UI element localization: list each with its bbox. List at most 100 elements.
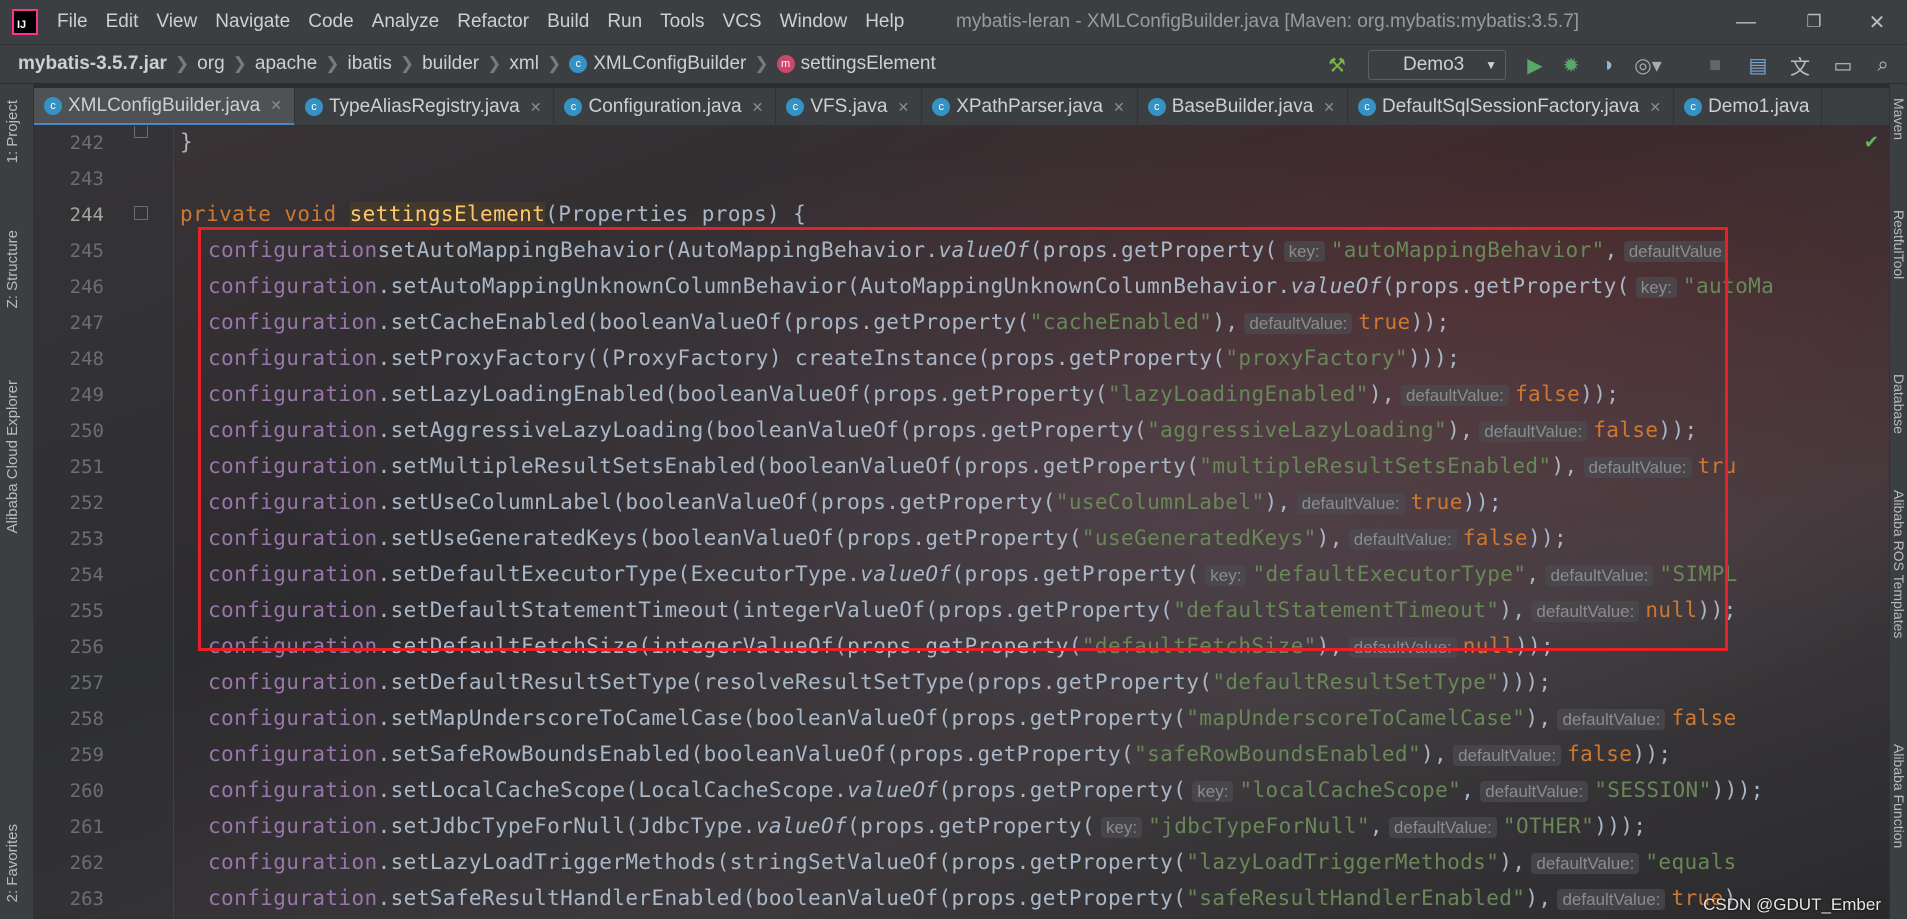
line-number: 253 [69,528,104,550]
breadcrumb-org[interactable]: org [197,53,224,75]
run-configuration-select[interactable]: Demo3 ▼ [1368,50,1506,80]
tool-alibaba-ros-templates[interactable]: Alibaba ROS Templates [1891,490,1907,638]
menu-build[interactable]: Build [538,0,598,44]
line-number: 263 [69,888,104,910]
tab-label: XPathParser.java [956,96,1103,117]
tab-label: Configuration.java [588,96,742,117]
tool-project[interactable]: 1: Project [4,100,21,163]
translate-icon[interactable]: 文 [1785,49,1815,81]
coverage-icon[interactable]: ◑ [1592,49,1622,81]
build-hammer-icon[interactable]: ⚒ [1322,49,1352,81]
search-everywhere-icon[interactable]: ⌕ [1868,49,1898,81]
minimize-icon[interactable]: — [1716,0,1776,44]
run-configuration-label: Demo3 [1403,54,1465,75]
tool-alibaba-function[interactable]: Alibaba Function [1891,744,1907,848]
code-line-258: configuration.setMapUnderscoreToCamelCas… [208,706,1737,730]
class-icon: c [1147,98,1166,116]
breadcrumb-apache[interactable]: apache [255,53,317,75]
class-icon: c [44,96,62,115]
stop-icon[interactable]: ■ [1700,49,1730,81]
menu-navigate[interactable]: Navigate [206,0,299,44]
parameter-hint: defaultValue: [1453,745,1562,766]
title-bar: IJ File Edit View Navigate Code Analyze … [0,0,1907,44]
tool-structure[interactable]: Z: Structure [4,230,21,308]
menu-run[interactable]: Run [598,0,651,44]
navigation-bar: mybatis-3.5.7.jar ❯ org ❯ apache ❯ ibatis ❯ … [0,44,1907,84]
project-structure-icon[interactable]: ▤ [1743,49,1773,81]
window-title: mybatis-leran - XMLConfigBuilder.java [M… [956,11,1580,32]
code-line-262: configuration.setLazyLoadTriggerMethods(… [208,850,1737,874]
inspection-ok-icon[interactable]: ✔ [1864,132,1879,153]
tool-favorites[interactable]: 2: Favorites [4,824,21,902]
line-number: 246 [69,276,104,298]
line-number: 248 [69,348,104,370]
tab-defaultsqlsessionfactory[interactable]: c DefaultSqlSessionFactory.java ✕ [1348,88,1675,125]
line-number: 254 [69,564,104,586]
tool-restfultool[interactable]: RestfulTool [1891,210,1907,279]
breadcrumb-jar[interactable]: mybatis-3.5.7.jar [18,53,167,75]
tab-basebuilder[interactable]: c BaseBuilder.java ✕ [1138,88,1349,125]
close-tab-icon[interactable]: ✕ [1113,99,1125,116]
terminal-icon[interactable]: ▭ [1828,49,1858,81]
tab-configuration[interactable]: c Configuration.java ✕ [554,88,777,125]
line-number: 257 [69,672,104,694]
tab-typealiasregistry[interactable]: c TypeAliasRegistry.java ✕ [295,88,555,125]
restore-icon[interactable]: ❐ [1784,0,1844,44]
menu-tools[interactable]: Tools [651,0,713,44]
right-tool-strip: Maven RestfulTool Database Alibaba ROS T… [1889,84,1907,919]
tab-vfs[interactable]: c VFS.java ✕ [776,88,923,125]
chevron-right-icon: ❯ [232,54,247,73]
menu-view[interactable]: View [147,0,206,44]
parameter-hint: key: [1100,817,1143,838]
menu-file[interactable]: File [48,0,97,44]
profile-icon[interactable]: ◎▾ [1628,49,1668,81]
close-tab-icon[interactable]: ✕ [530,99,542,116]
tool-alibaba-cloud-explorer[interactable]: Alibaba Cloud Explorer [4,380,21,533]
menu-edit[interactable]: Edit [97,0,148,44]
fold-marker-icon[interactable] [134,206,148,220]
line-number: 256 [69,636,104,658]
line-number: 260 [69,780,104,802]
chevron-right-icon: ❯ [546,54,562,73]
class-icon: c [1358,98,1377,116]
class-icon: c [932,98,951,116]
main-menu: File Edit View Navigate Code Analyze Ref… [48,0,913,44]
close-tab-icon[interactable]: ✕ [897,99,909,116]
tab-demo1[interactable]: c Demo1.java [1674,88,1823,125]
breadcrumb-ibatis[interactable]: ibatis [347,53,391,75]
menu-help[interactable]: Help [856,0,913,44]
class-icon: c [786,98,805,116]
line-gutter: 242 243 244 245 246 247 248 249 250 251 … [34,126,174,919]
tab-xmlconfigbuilder[interactable]: c XMLConfigBuilder.java ✕ [34,88,295,125]
breadcrumb-builder[interactable]: builder [422,53,479,75]
menu-vcs[interactable]: VCS [714,0,771,44]
line-number: 247 [69,312,104,334]
menu-window[interactable]: Window [771,0,857,44]
code-line-261: configuration.setJdbcTypeForNull(JdbcTyp… [208,814,1647,838]
close-tab-icon[interactable]: ✕ [1323,99,1335,116]
breadcrumb-class[interactable]: XMLConfigBuilder [593,53,746,75]
parameter-hint: defaultValue: [1557,709,1666,730]
menu-code[interactable]: Code [299,0,362,44]
tool-maven[interactable]: Maven [1891,98,1907,140]
breadcrumb-method[interactable]: settingsElement [801,53,936,75]
breadcrumb-xml[interactable]: xml [509,53,539,75]
menu-refactor[interactable]: Refactor [448,0,538,44]
debug-icon[interactable]: ✹ [1556,49,1586,81]
class-icon: c [569,55,588,73]
close-tab-icon[interactable]: ✕ [1649,99,1661,116]
tool-database[interactable]: Database [1891,374,1907,434]
parameter-hint: defaultValue: [1480,781,1589,802]
close-window-icon[interactable]: ✕ [1847,0,1907,44]
chevron-right-icon: ❯ [325,54,340,73]
tab-xpathparser[interactable]: c XPathParser.java ✕ [922,88,1138,125]
class-icon: c [1684,98,1703,116]
fold-marker-icon[interactable] [134,126,148,138]
run-icon[interactable]: ▶ [1520,49,1550,81]
close-tab-icon[interactable]: ✕ [752,99,764,116]
menu-analyze[interactable]: Analyze [363,0,449,44]
parameter-hint: defaultValue: [1557,889,1666,910]
line-number: 245 [69,240,104,262]
close-tab-icon[interactable]: ✕ [270,97,282,114]
line-number: 262 [69,852,104,874]
